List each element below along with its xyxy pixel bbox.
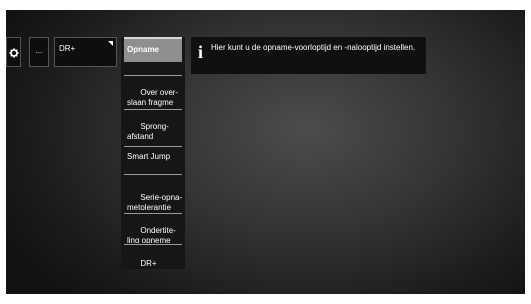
info-text: Hier kunt u de opname-voorloptijd en -na… bbox=[211, 43, 416, 52]
more-tab[interactable]: ... bbox=[29, 37, 49, 67]
menu-item-ondertiteling-opnemen[interactable]: Ondertite- ling opneme bbox=[124, 213, 182, 243]
settings-dropdown-menu: Opname Over over- slaan fragme Sprong- a… bbox=[121, 37, 185, 269]
menu-item-serie-opnametolerantie[interactable]: Serie-opna- metolerantie bbox=[124, 174, 182, 210]
menu-item-dr-plus-streaming[interactable]: DR+ Streaming bbox=[124, 244, 182, 269]
menu-item-over-overslaan[interactable]: Over over- slaan fragme bbox=[124, 75, 182, 107]
more-tab-label: ... bbox=[35, 46, 43, 55]
tv-screen: ... DR+ Opname Over over- slaan fragme S… bbox=[6, 10, 525, 294]
info-icon: i bbox=[198, 42, 204, 62]
dr-plus-tab[interactable]: DR+ bbox=[54, 37, 117, 67]
info-tooltip: i Hier kunt u de opname-voorloptijd en -… bbox=[191, 37, 426, 74]
dr-plus-tab-label: DR+ bbox=[59, 44, 76, 53]
gear-icon bbox=[9, 48, 19, 58]
corner-triangle-icon bbox=[108, 41, 113, 46]
menu-item-sprongafstand[interactable]: Sprong- afstand bbox=[124, 109, 182, 143]
settings-tab[interactable] bbox=[6, 37, 21, 67]
menu-item-opname[interactable]: Opname bbox=[124, 37, 182, 62]
menu-item-smart-jump[interactable]: Smart Jump bbox=[124, 146, 182, 176]
